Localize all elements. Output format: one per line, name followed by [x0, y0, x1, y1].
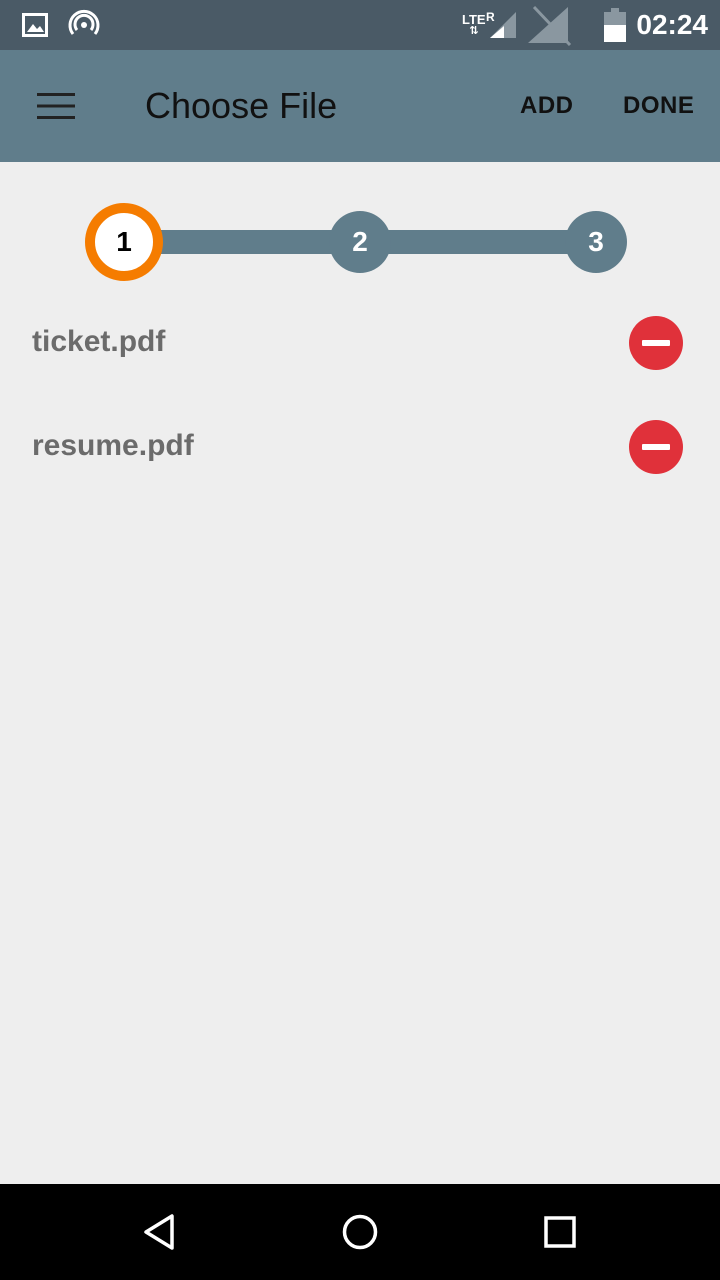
battery-icon: [604, 0, 626, 50]
back-triangle-icon: [144, 1214, 174, 1250]
data-arrows-icon: ⇅: [469, 25, 479, 37]
remove-file-button[interactable]: [629, 316, 683, 370]
file-row: resume.pdf: [0, 394, 720, 498]
lte-icon: LTE ⇅: [462, 0, 486, 50]
file-list: ticket.pdf resume.pdf: [0, 290, 720, 498]
file-name: resume.pdf: [32, 429, 194, 462]
no-sim-icon: [524, 0, 572, 50]
file-name: ticket.pdf: [32, 325, 166, 358]
file-row: ticket.pdf: [0, 290, 720, 394]
step-1[interactable]: 1: [85, 203, 163, 281]
page-title: Choose File: [145, 85, 338, 126]
app-bar: Choose File ADD DONE: [0, 50, 720, 162]
signal-icon: [488, 0, 518, 50]
remove-file-button[interactable]: [629, 420, 683, 474]
step-3[interactable]: 3: [565, 211, 627, 273]
navigation-bar: [0, 1184, 720, 1280]
minus-icon: [642, 444, 670, 450]
menu-button[interactable]: [26, 76, 86, 136]
status-time: 02:24: [636, 9, 708, 40]
recents-button[interactable]: [512, 1184, 608, 1280]
done-button[interactable]: DONE: [623, 50, 694, 162]
status-bar: LTE ⇅ R 02:24: [0, 0, 720, 50]
step-2[interactable]: 2: [329, 211, 391, 273]
screen: LTE ⇅ R 02:24 Choose File ADD DONE 1 2 3…: [0, 0, 720, 1280]
minus-icon: [642, 340, 670, 346]
home-circle-icon: [342, 1214, 378, 1250]
home-button[interactable]: [312, 1184, 408, 1280]
hamburger-menu-icon: [37, 93, 75, 119]
image-icon: [22, 0, 48, 50]
hotspot-icon: [68, 0, 100, 50]
recents-square-icon: [544, 1216, 576, 1248]
add-button[interactable]: ADD: [520, 50, 574, 162]
stepper: 1 2 3: [0, 162, 720, 302]
back-button[interactable]: [112, 1184, 208, 1280]
